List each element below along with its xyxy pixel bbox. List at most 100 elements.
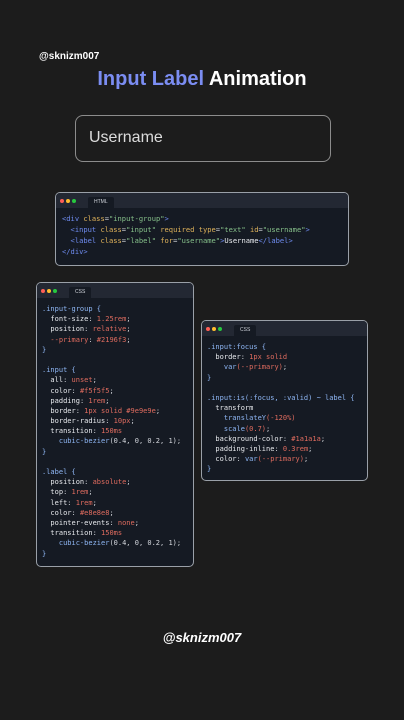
code-token: : — [84, 478, 93, 487]
code-token: ; — [130, 417, 135, 426]
code-token: color — [42, 508, 72, 517]
code-token: 1px solid #9e9e9e — [84, 406, 156, 415]
html-code-card: HTML <div class="input-group"> <input cl… — [55, 192, 349, 266]
username-input-demo[interactable]: Username — [75, 115, 331, 162]
code-line: <div class="input-group"> — [62, 213, 342, 224]
code-token: translateY — [207, 414, 267, 423]
code-line: </div> — [62, 246, 342, 257]
maximize-dot-icon — [72, 198, 76, 203]
code-token: "text" — [220, 225, 246, 234]
code-token: : — [71, 386, 80, 395]
code-token: transition — [42, 529, 93, 538]
code-token: : — [105, 417, 114, 426]
code-token: ; — [92, 498, 97, 507]
code-token: .label { — [42, 468, 76, 476]
code-token: transition — [42, 427, 93, 436]
code-line: color: #f5f5f5; — [42, 386, 188, 396]
code-token: : — [92, 427, 102, 436]
code-token: 10px — [113, 417, 131, 426]
code-token: ; — [134, 518, 139, 527]
code-token: top — [42, 488, 64, 497]
code-token: (0.4, 0, 0.2, 1) — [109, 539, 177, 548]
code-token: none — [117, 518, 135, 527]
code-line: <label class="label" for="username">User… — [62, 235, 342, 246]
code-line: background-color: #1a1a1a; — [207, 434, 362, 444]
page-title: Input Label Animation — [0, 68, 404, 91]
code-block: <div class="input-group"> <input class="… — [56, 208, 348, 262]
code-token: ; — [109, 508, 114, 517]
code-line: scale(0.7); — [207, 424, 362, 434]
code-token: ; — [303, 455, 309, 464]
code-token: 1rem — [75, 498, 93, 507]
code-token: position — [42, 325, 85, 334]
code-token: 1rem — [88, 396, 106, 405]
minimize-dot-icon — [212, 326, 216, 331]
code-token: ; — [155, 406, 161, 415]
code-token: : — [84, 325, 93, 334]
tab-css: CSS — [69, 287, 92, 298]
code-token: : — [236, 455, 245, 464]
code-line: pointer-events: none; — [42, 518, 188, 528]
code-token: var — [207, 363, 237, 372]
code-token: absolute — [92, 478, 127, 487]
code-token: Username — [224, 236, 259, 245]
window-titlebar: CSS — [37, 283, 193, 298]
code-line: position: absolute; — [42, 477, 188, 487]
code-token: required — [155, 225, 195, 234]
code-token: : — [274, 444, 283, 453]
code-token: div — [70, 247, 84, 256]
code-token: > — [83, 247, 88, 256]
code-line: top: 1rem; — [42, 487, 188, 497]
code-token: "username" — [177, 236, 221, 245]
code-token: .input-group { — [42, 305, 102, 313]
code-token: pointer-events — [42, 518, 110, 527]
code-line: --primary: #2196f3; — [42, 335, 188, 345]
code-line: cubic-bezier(0.4, 0, 0.2, 1); — [42, 436, 188, 446]
code-line: position: relative; — [42, 324, 188, 334]
close-dot-icon — [41, 288, 45, 293]
code-token: 1rem — [71, 488, 89, 497]
code-token: "label" — [126, 236, 156, 245]
code-token: unset — [71, 376, 93, 385]
code-token: ; — [109, 386, 114, 395]
code-block: .input-group { font-size: 1.25rem; posit… — [37, 298, 193, 565]
code-token: : — [63, 488, 72, 497]
code-token: "username" — [262, 225, 306, 234]
code-token: : — [240, 353, 250, 362]
code-token: } — [207, 465, 212, 474]
username-label: Username — [89, 129, 163, 146]
author-handle-top: @sknizm007 — [39, 51, 100, 62]
code-token: 1px solid — [249, 353, 288, 362]
code-token: ; — [176, 437, 182, 446]
code-line: .input { — [42, 365, 188, 375]
code-token: .input:focus { — [207, 343, 267, 351]
code-token: .input:is(:focus, :valid) ~ label { — [207, 393, 355, 402]
code-token: class — [79, 214, 105, 223]
code-token: ; — [176, 539, 182, 548]
code-line: padding-inline: 0.3rem; — [207, 444, 362, 454]
code-line: transition: 150ms — [42, 528, 188, 538]
code-token: padding — [42, 396, 80, 405]
code-token: position — [42, 478, 85, 487]
code-token: #f5f5f5 — [79, 386, 110, 395]
code-token: : — [67, 498, 76, 507]
code-token: ; — [105, 396, 110, 405]
code-token: background-color — [207, 434, 283, 443]
code-token: #2196f3 — [96, 335, 127, 344]
maximize-dot-icon — [218, 326, 222, 331]
code-token: div — [66, 214, 80, 223]
code-token: ; — [266, 424, 271, 433]
code-token: < — [62, 225, 75, 234]
code-line: } — [207, 464, 362, 474]
code-token: } — [207, 373, 212, 382]
code-line: } — [42, 549, 188, 559]
code-token: 1.25rem — [96, 315, 127, 324]
code-token: ; — [126, 335, 131, 344]
close-dot-icon — [206, 326, 210, 331]
code-line: var(--primary); — [207, 362, 362, 372]
code-token: #1a1a1a — [291, 434, 321, 443]
code-token: input — [74, 225, 97, 234]
code-token: left — [42, 498, 68, 507]
